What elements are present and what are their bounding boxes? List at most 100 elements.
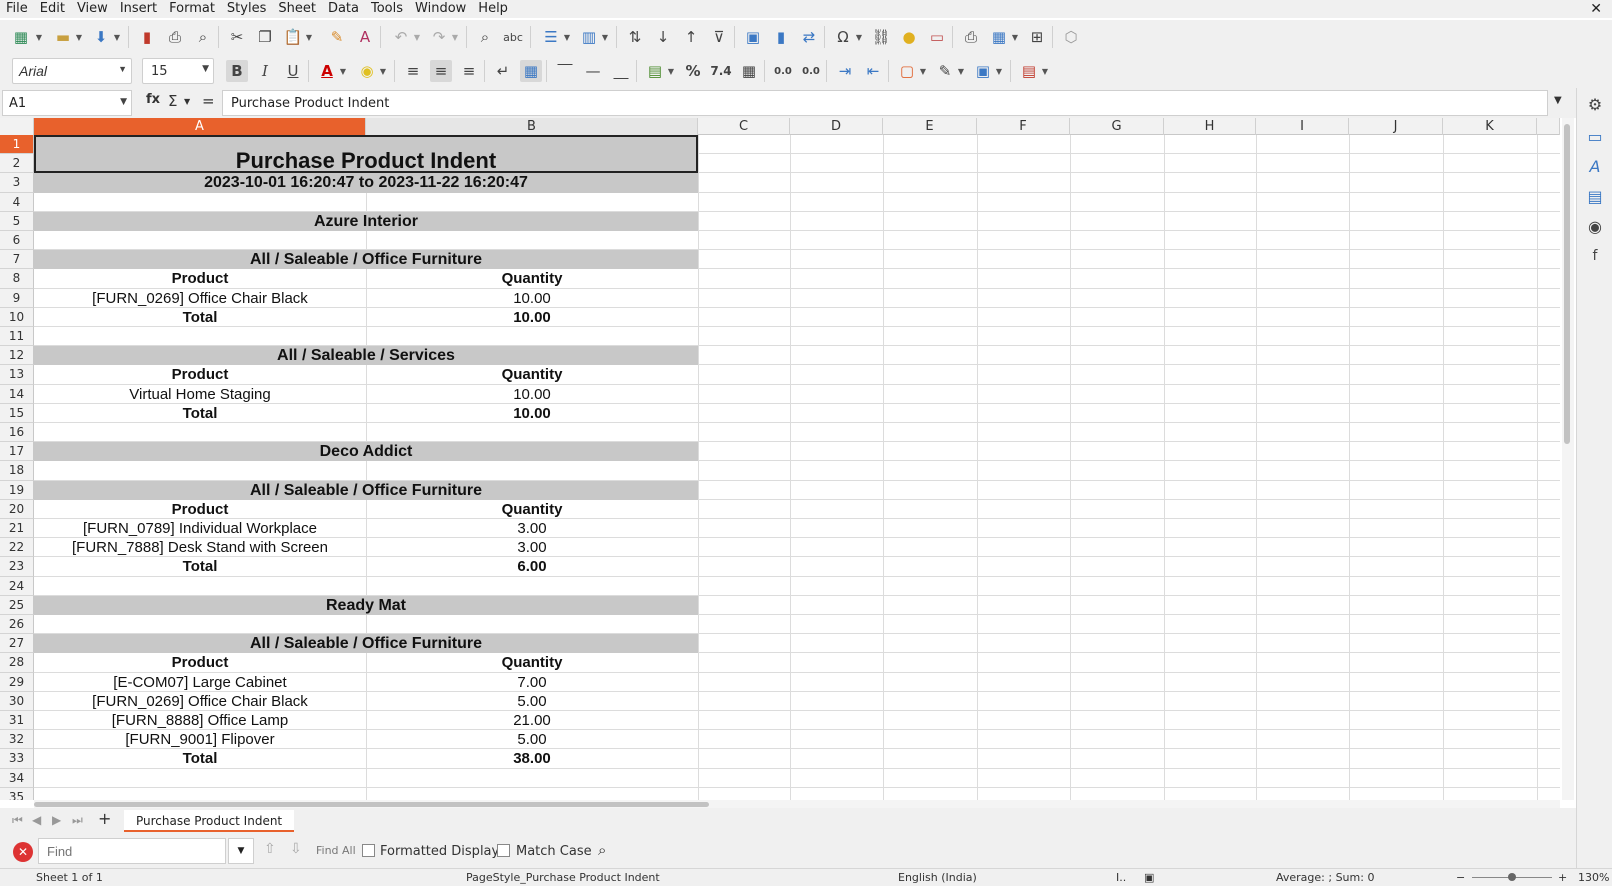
column-header-b[interactable]: B: [366, 118, 698, 135]
increase-indent-icon[interactable]: ⇥: [834, 60, 856, 82]
sort-icon[interactable]: ⇅: [624, 26, 646, 48]
undo-icon[interactable]: ↶: [390, 26, 412, 48]
product-column-header[interactable]: Product: [34, 365, 366, 384]
row-header-16[interactable]: 16: [0, 423, 34, 443]
row-header-15[interactable]: 15: [0, 403, 34, 423]
row-header-26[interactable]: 26: [0, 615, 34, 635]
insert-image-icon[interactable]: ▣: [742, 26, 764, 48]
underline-button[interactable]: U: [282, 60, 304, 82]
match-case-checkbox[interactable]: [497, 844, 510, 857]
zoom-level[interactable]: 130%: [1578, 871, 1609, 884]
row-header-7[interactable]: 7: [0, 250, 34, 270]
border-style-icon[interactable]: ✎: [934, 60, 956, 82]
open-folder-icon[interactable]: ▬: [52, 26, 74, 48]
sum-icon[interactable]: Σ: [168, 92, 177, 110]
quantity-column-header[interactable]: Quantity: [366, 500, 698, 519]
product-cell[interactable]: [FURN_9001] Flipover: [34, 730, 366, 749]
formula-input[interactable]: Purchase Product Indent: [222, 90, 1548, 116]
report-date-range[interactable]: 2023-10-01 16:20:47 to 2023-11-22 16:20:…: [34, 173, 698, 192]
align-left-icon[interactable]: ≡: [402, 60, 424, 82]
row-header-24[interactable]: 24: [0, 576, 34, 596]
decrease-indent-icon[interactable]: ⇤: [862, 60, 884, 82]
column-header-c[interactable]: C: [698, 118, 790, 135]
category-header[interactable]: All / Saleable / Office Furniture: [34, 250, 698, 269]
pivot-table-icon[interactable]: ⇄: [798, 26, 820, 48]
row-header-18[interactable]: 18: [0, 461, 34, 481]
row-header-30[interactable]: 30: [0, 691, 34, 711]
font-color-dropdown-icon[interactable]: ▼: [338, 60, 348, 82]
product-cell[interactable]: [FURN_8888] Office Lamp: [34, 711, 366, 730]
navigator-icon[interactable]: ◉: [1583, 214, 1607, 238]
row-header-3[interactable]: 3: [0, 173, 34, 193]
row-header-1[interactable]: 1: [0, 135, 34, 155]
border-color-icon[interactable]: ▣: [972, 60, 994, 82]
find-next-icon[interactable]: ⇩: [290, 841, 302, 857]
find-replace-dialog-icon[interactable]: ⌕: [598, 841, 606, 859]
save-icon[interactable]: ⬇: [90, 26, 112, 48]
headers-footers-icon[interactable]: ▭: [926, 26, 948, 48]
total-quantity-cell[interactable]: 38.00: [366, 749, 698, 768]
align-right-icon[interactable]: ≡: [458, 60, 480, 82]
vendor-name[interactable]: Ready Mat: [34, 596, 698, 615]
save-dropdown-icon[interactable]: ▼: [112, 26, 122, 48]
previous-sheet-icon[interactable]: ◀: [32, 813, 41, 827]
row-icon[interactable]: ☰: [540, 26, 562, 48]
quantity-cell[interactable]: 21.00: [366, 711, 698, 730]
product-cell[interactable]: [E-COM07] Large Cabinet: [34, 673, 366, 692]
product-cell[interactable]: [FURN_0269] Office Chair Black: [34, 289, 366, 308]
quantity-cell[interactable]: 10.00: [366, 385, 698, 404]
find-input[interactable]: [38, 838, 226, 864]
find-all-button[interactable]: Find All: [316, 844, 356, 857]
quantity-cell[interactable]: 10.00: [366, 289, 698, 308]
special-character-dropdown-icon[interactable]: ▼: [854, 26, 864, 48]
chevron-down-icon[interactable]: ▼: [120, 97, 127, 107]
date-format-icon[interactable]: ▦: [738, 60, 760, 82]
column-header-a[interactable]: A: [34, 118, 366, 135]
close-document-icon[interactable]: ✕: [1590, 0, 1602, 18]
row-header-8[interactable]: 8: [0, 269, 34, 289]
comment-icon[interactable]: ●: [898, 26, 920, 48]
wrap-text-icon[interactable]: ↵: [492, 60, 514, 82]
row-header-33[interactable]: 33: [0, 749, 34, 769]
menu-tools[interactable]: Tools: [365, 0, 409, 18]
row-header-20[interactable]: 20: [0, 499, 34, 519]
show-draw-functions-icon[interactable]: ⬡: [1060, 26, 1082, 48]
menu-help[interactable]: Help: [472, 0, 514, 18]
print-icon[interactable]: ⎙: [164, 26, 186, 48]
menu-sheet[interactable]: Sheet: [272, 0, 322, 18]
row-header-25[interactable]: 25: [0, 595, 34, 615]
hyperlink-icon[interactable]: ⛓: [870, 26, 892, 48]
column-header-f[interactable]: F: [977, 118, 1070, 135]
row-header-9[interactable]: 9: [0, 288, 34, 308]
quantity-cell[interactable]: 3.00: [366, 538, 698, 557]
vertical-scrollbar[interactable]: [1562, 118, 1574, 800]
autofilter-icon[interactable]: ⊽: [708, 26, 730, 48]
menu-edit[interactable]: Edit: [34, 0, 71, 18]
menu-styles[interactable]: Styles: [221, 0, 272, 18]
vendor-name[interactable]: Deco Addict: [34, 442, 698, 461]
clone-formatting-icon[interactable]: ✎: [326, 26, 348, 48]
quantity-column-header[interactable]: Quantity: [366, 269, 698, 288]
row-header-28[interactable]: 28: [0, 653, 34, 673]
merge-center-icon[interactable]: ▦: [520, 60, 542, 82]
column-header-g[interactable]: G: [1070, 118, 1164, 135]
product-column-header[interactable]: Product: [34, 653, 366, 672]
horizontal-scrollbar[interactable]: [34, 800, 1560, 808]
borders-icon[interactable]: ▢: [896, 60, 918, 82]
print-preview-icon[interactable]: ⌕: [192, 26, 214, 48]
highlight-color-icon[interactable]: ◉: [356, 60, 378, 82]
align-top-icon[interactable]: ⎺: [554, 60, 576, 82]
row-header-2[interactable]: 2: [0, 154, 34, 174]
row-header-6[interactable]: 6: [0, 231, 34, 251]
row-header-4[interactable]: 4: [0, 192, 34, 212]
menu-insert[interactable]: Insert: [114, 0, 163, 18]
quantity-cell[interactable]: 3.00: [366, 519, 698, 538]
column-header-j[interactable]: J: [1349, 118, 1443, 135]
clear-formatting-icon[interactable]: A: [354, 26, 376, 48]
percent-format-button[interactable]: %: [682, 60, 704, 82]
total-quantity-cell[interactable]: 10.00: [366, 404, 698, 423]
total-label-cell[interactable]: Total: [34, 308, 366, 327]
row-header-12[interactable]: 12: [0, 346, 34, 366]
total-label-cell[interactable]: Total: [34, 557, 366, 576]
first-sheet-icon[interactable]: ⏮: [12, 813, 23, 828]
